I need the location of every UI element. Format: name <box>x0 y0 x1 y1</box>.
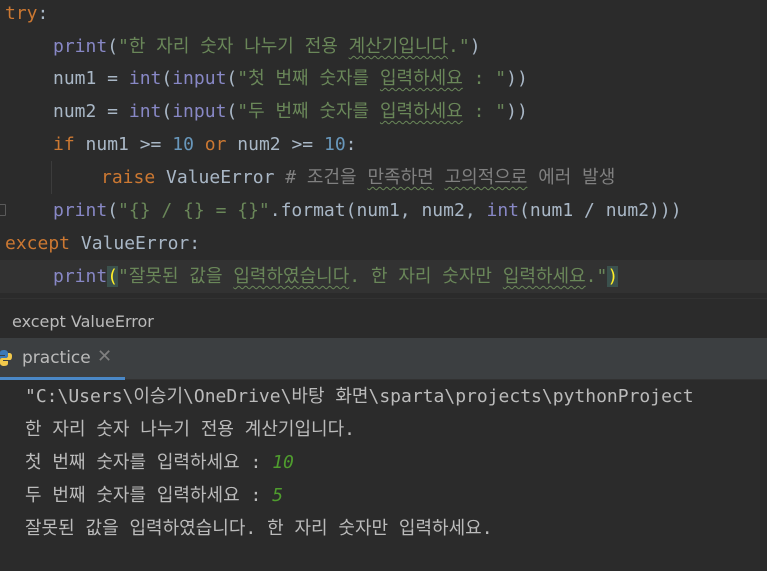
code-line-print-error[interactable]: print("잘못된 값을 입력하였습니다. 한 자리 숫자만 입력하세요.") <box>0 260 767 293</box>
breadcrumb[interactable]: except ValueError <box>0 298 767 338</box>
code-line-print-format[interactable]: print("{} / {} = {}".format(num1, num2, … <box>53 194 682 227</box>
code-editor[interactable]: try: print("한 자리 숫자 나누기 전용 계산기입니다.") num… <box>0 0 767 298</box>
code-line-num2[interactable]: num2 = int(input("두 번째 숫자를 입력하세요 : ")) <box>53 95 528 128</box>
tab-practice[interactable]: practice ✕ <box>0 338 125 380</box>
matched-bracket-open: ( <box>107 266 119 287</box>
console-line-path: "C:\Users\이승기\OneDrive\바탕 화면\sparta\proj… <box>25 386 694 407</box>
code-line-print-title[interactable]: print("한 자리 숫자 나누기 전용 계산기입니다.") <box>53 30 481 63</box>
console-line-prompt1: 첫 번째 숫자를 입력하세요 : 10 <box>25 452 294 473</box>
run-console[interactable]: "C:\Users\이승기\OneDrive\바탕 화면\sparta\proj… <box>0 380 767 571</box>
indent-guide <box>51 161 52 194</box>
user-input-value: 5 <box>272 485 284 506</box>
code-line-try[interactable]: try: <box>5 0 48 30</box>
code-line-if[interactable]: if num1 >= 10 or num2 >= 10: <box>53 128 357 161</box>
code-line-except[interactable]: except ValueError: <box>5 227 200 260</box>
console-line-error-output: 잘못된 값을 입력하였습니다. 한 자리 숫자만 입력하세요. <box>25 518 493 539</box>
code-line-raise[interactable]: raise ValueError # 조건을 만족하면 고의적으로 에러 발생 <box>101 161 615 194</box>
matched-bracket-close: ) <box>607 266 619 287</box>
python-icon <box>0 350 12 366</box>
user-input-value: 10 <box>272 452 294 473</box>
keyword-try: try <box>5 3 38 24</box>
code-line-num1[interactable]: num1 = int(input("첫 번째 숫자를 입력하세요 : ")) <box>53 62 528 95</box>
console-line-prompt2: 두 번째 숫자를 입력하세요 : 5 <box>25 485 284 506</box>
close-icon[interactable]: ✕ <box>97 346 112 367</box>
tab-label: practice <box>22 348 91 368</box>
fold-end-icon[interactable] <box>0 204 6 216</box>
console-line-output: 한 자리 숫자 나누기 전용 계산기입니다. <box>25 419 355 440</box>
run-tool-window-tabbar: practice ✕ <box>0 338 767 380</box>
